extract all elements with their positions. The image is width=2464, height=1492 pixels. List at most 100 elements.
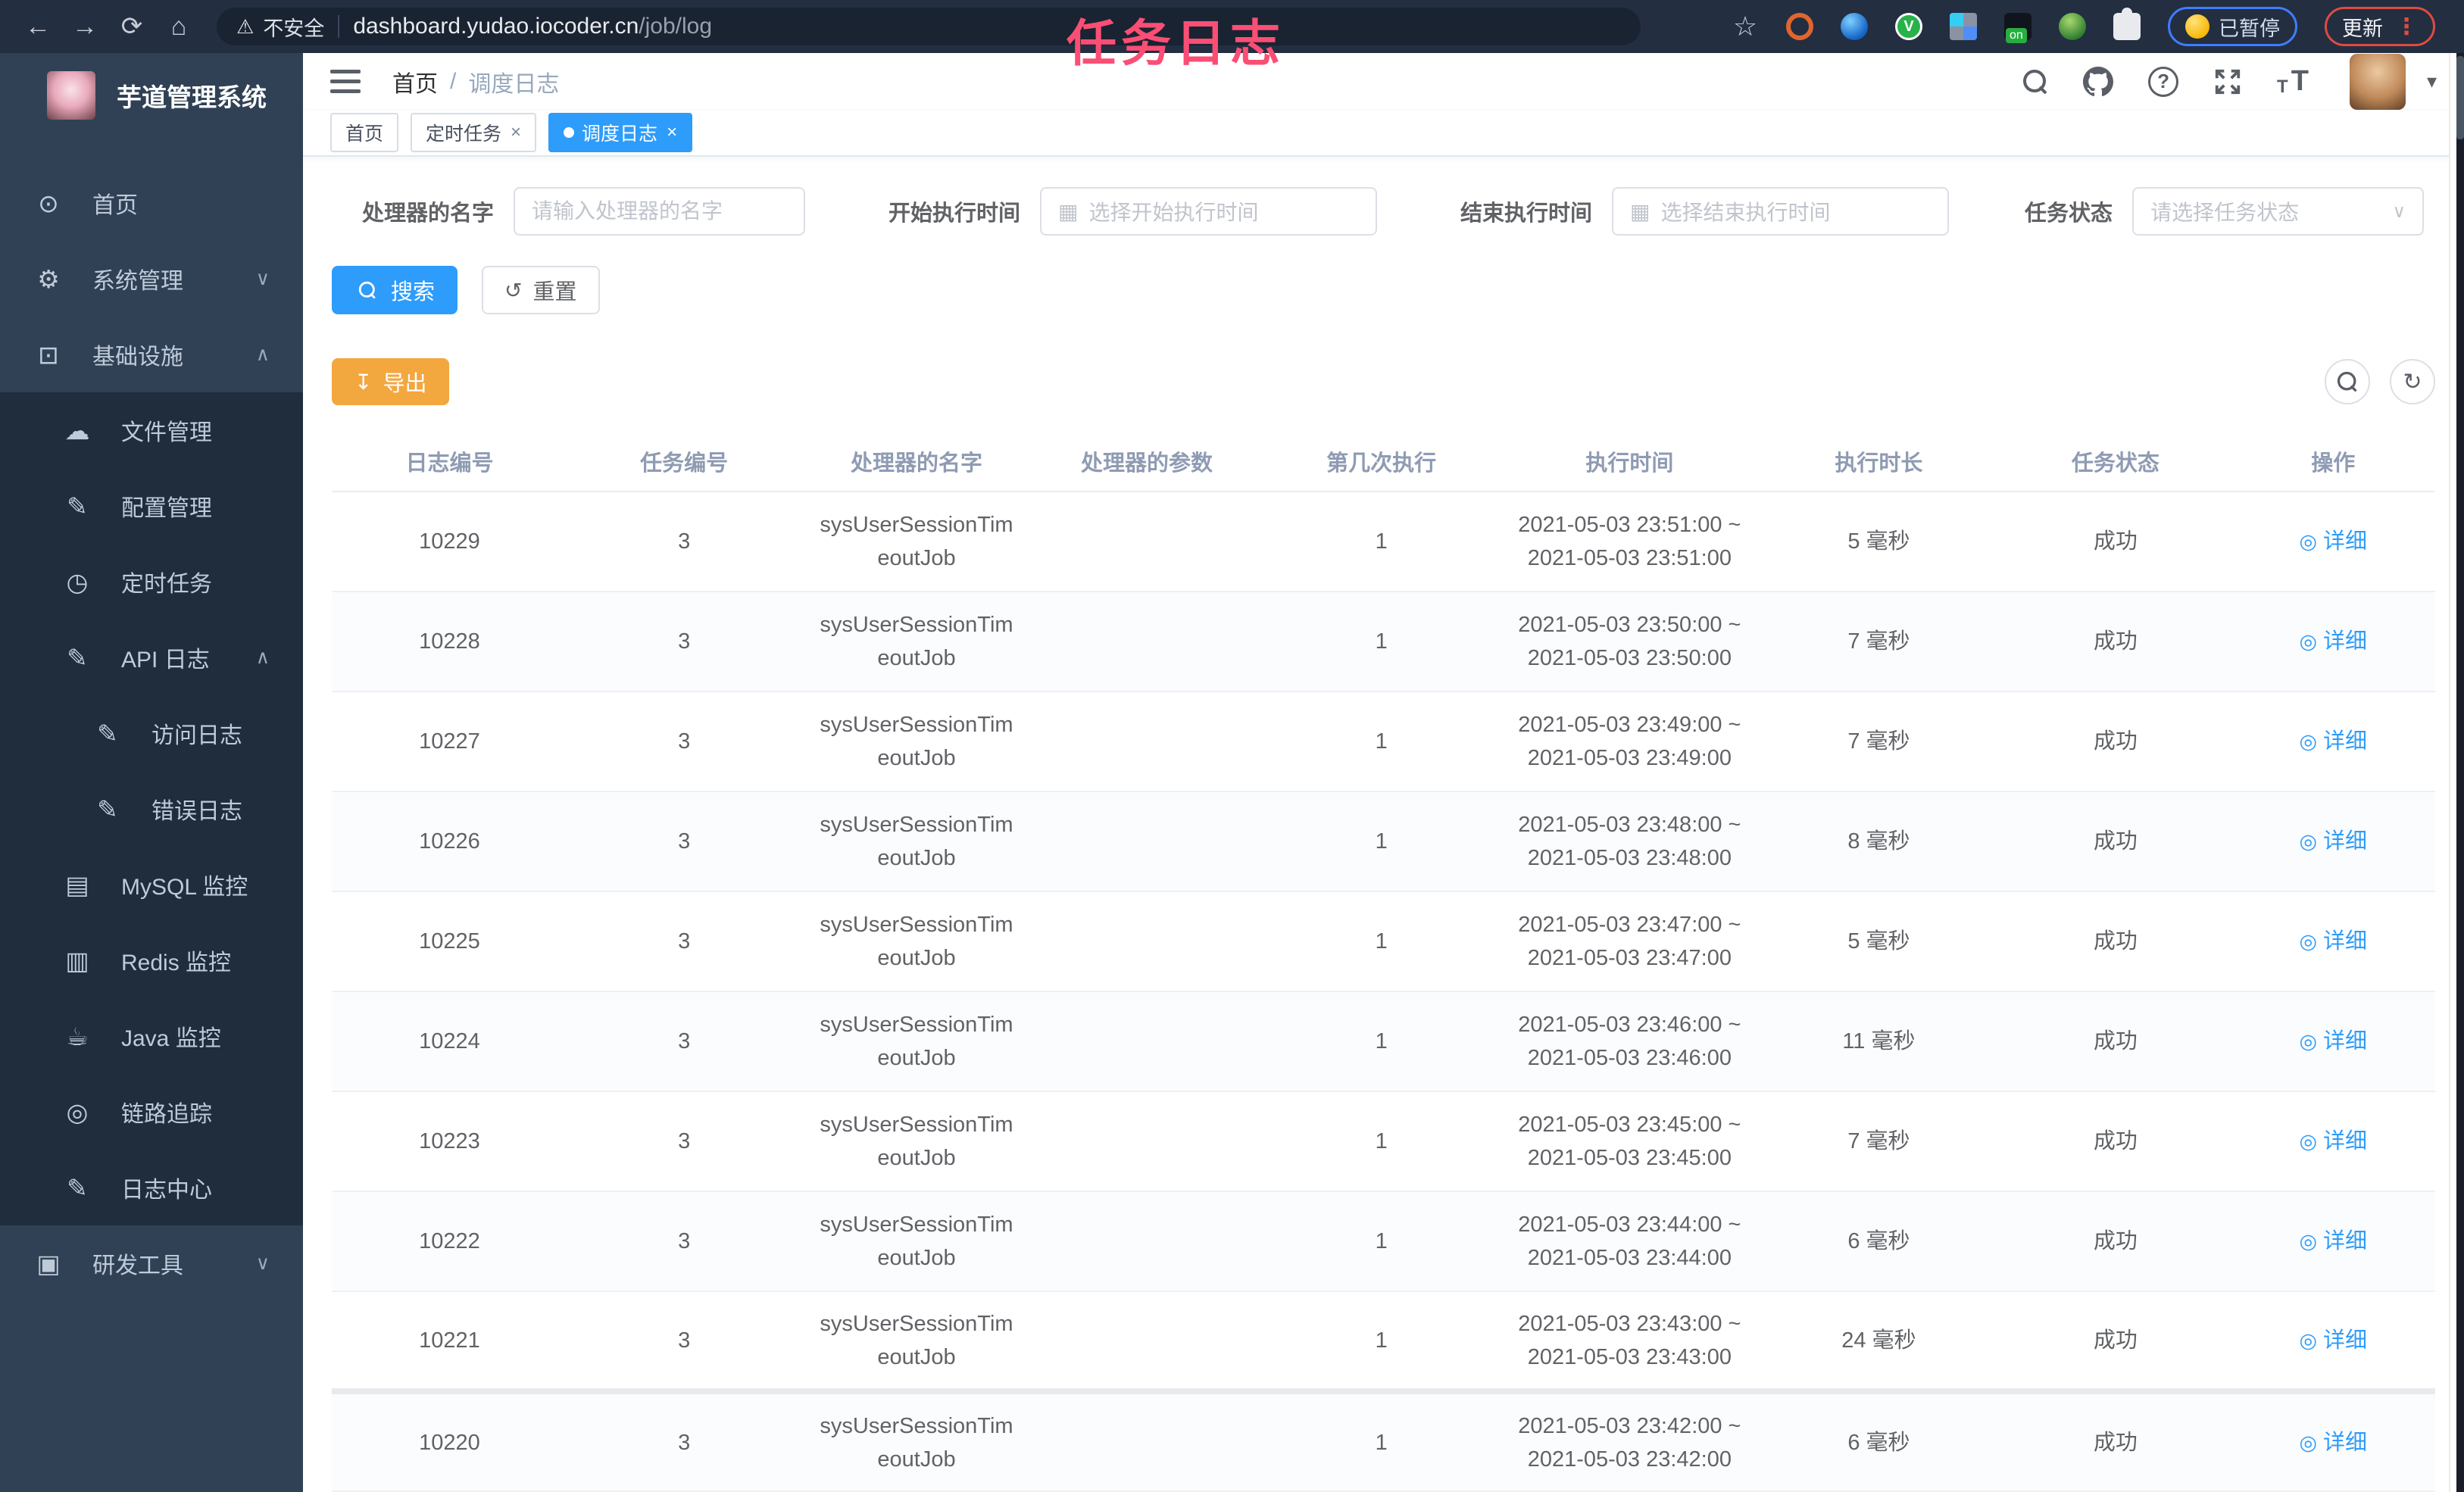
handler-param-cell [1032,492,1262,592]
table-row: 10223 3 sysUserSessionTim eoutJob 1 2021-05-0… [332,1091,2435,1192]
sidebar-item-redis-监控[interactable]: ▥ Redis 监控 [0,922,303,998]
sidebar-item-基础设施[interactable]: ⊡ 基础设施 ∧ [0,317,303,392]
end-time-picker[interactable]: ▦ 选择结束执行时间 [1612,187,1950,236]
sidebar-item-系统管理[interactable]: ⚙ 系统管理 ∨ [0,241,303,317]
extension-leaf-icon[interactable] [2059,13,2086,40]
execute-time-cell: 2021-05-03 23:42:00 ~2021-05-03 23:42:00 [1501,1388,1758,1492]
detail-link[interactable]: ◎ 详细 [2299,525,2367,558]
user-avatar[interactable] [2349,53,2406,110]
sidebar-item-定时任务[interactable]: ◷ 定时任务 [0,544,303,620]
tab-定时任务[interactable]: 定时任务 × [411,113,537,153]
action-cell: ◎ 详细 [2231,1388,2435,1492]
error-log-icon: ✎ [97,794,118,823]
mysql-icon: ▤ [65,870,89,899]
detail-link[interactable]: ◎ 详细 [2299,825,2367,858]
detail-link[interactable]: ◎ 详细 [2299,1324,2367,1357]
job-id-cell: 3 [567,1291,801,1392]
detail-link[interactable]: ◎ 详细 [2299,1426,2367,1459]
begin-time-picker[interactable]: ▦ 选择开始执行时间 [1040,187,1378,236]
window-scrollbar[interactable] [2456,53,2464,1492]
breadcrumb-home[interactable]: 首页 [392,65,438,98]
extension-v-icon[interactable]: V [1895,13,1922,40]
search-icon[interactable] [2022,69,2048,95]
fullscreen-icon[interactable] [2213,67,2242,96]
sidebar-item-mysql-监控[interactable]: ▤ MySQL 监控 [0,847,303,922]
eye-icon: ◎ [2299,730,2318,753]
paused-badge[interactable]: 已暂停 [2168,7,2297,46]
execute-index-cell: 1 [1261,691,1501,792]
sidebar-item-访问日志[interactable]: ✎ 访问日志 [0,695,303,771]
sidebar-item-研发工具[interactable]: ▣ 研发工具 ∨ [0,1225,303,1301]
execute-time-cell: 2021-05-03 23:47:00 ~2021-05-03 23:47:00 [1501,891,1758,992]
handler-name-cell: sysUserSessionTim eoutJob [801,1388,1032,1492]
status-cell: 成功 [2000,591,2231,692]
help-icon[interactable]: ? [2148,66,2179,97]
sidebar-item-文件管理[interactable]: ☁ 文件管理 [0,392,303,468]
browser-home-icon[interactable]: ⌂ [159,12,198,42]
app-logo[interactable]: 芋道管理系统 [0,53,303,138]
log-id-cell: 10223 [332,1091,568,1192]
job-id-cell: 3 [567,1091,801,1192]
column-header-操作: 操作 [2231,431,2435,492]
font-size-icon[interactable]: TT [2277,65,2309,98]
avatar-caret-icon[interactable]: ▾ [2427,70,2437,93]
status-cell: 成功 [2000,1091,2231,1192]
reset-icon: ↺ [504,278,523,302]
extension-blue-icon[interactable] [1841,13,1868,40]
handler-name-input[interactable] [514,187,806,236]
extension-orange-icon[interactable] [1786,13,1813,40]
security-chip[interactable]: ⚠ 不安全 [236,12,324,42]
browser-back-icon[interactable]: ← [18,12,58,42]
sidebar-item-label: API 日志 [121,648,210,673]
sidebar-item-错误日志[interactable]: ✎ 错误日志 [0,771,303,847]
address-bar[interactable]: ⚠ 不安全 dashboard.yudao.iocoder.cn/job/log [217,8,1641,45]
execute-index-cell: 1 [1261,492,1501,592]
toggle-search-button[interactable] [2325,359,2370,404]
sidebar-item-java-监控[interactable]: ☕ Java 监控 [0,998,303,1074]
reset-button[interactable]: ↺ 重置 [482,266,600,314]
export-button[interactable]: ↧ 导出 [332,358,450,405]
tab-调度日志[interactable]: 调度日志 × [548,113,693,153]
job-status-select[interactable]: 请选择任务状态 ∨ [2132,187,2425,236]
breadcrumb-current: 调度日志 [468,71,560,97]
execute-time-cell: 2021-05-03 23:49:00 ~2021-05-03 23:49:00 [1501,691,1758,792]
scrollbar-thumb[interactable] [2456,56,2464,139]
update-button[interactable]: 更新 ⋮ [2325,7,2435,46]
tab-首页[interactable]: 首页 [330,113,399,153]
sidebar-item-链路追踪[interactable]: ◎ 链路追踪 [0,1074,303,1150]
sidebar-item-label: Java 监控 [121,1026,221,1051]
detail-link[interactable]: ◎ 详细 [2299,1225,2367,1258]
java-icon: ☕ [66,1022,89,1050]
refresh-button[interactable]: ↻ [2390,359,2435,404]
hamburger-icon[interactable] [330,70,361,94]
detail-link[interactable]: ◎ 详细 [2299,725,2367,758]
trace-eye-icon: ◎ [66,1097,89,1126]
browser-menu-icon[interactable]: ⋮ [2395,14,2418,40]
divider [338,15,340,38]
extension-grid-icon[interactable] [1950,13,1977,40]
log-id-cell: 10225 [332,891,568,992]
detail-link[interactable]: ◎ 详细 [2299,1025,2367,1058]
detail-link[interactable]: ◎ 详细 [2299,625,2367,658]
detail-link[interactable]: ◎ 详细 [2299,1125,2367,1158]
execute-index-cell: 1 [1261,1388,1501,1492]
close-icon[interactable]: × [511,122,521,143]
close-icon[interactable]: × [667,122,677,143]
detail-link[interactable]: ◎ 详细 [2299,925,2367,958]
bookmark-star-icon[interactable]: ☆ [1732,13,1759,40]
github-icon[interactable] [2083,66,2114,97]
eye-icon: ◎ [2299,1130,2318,1153]
execute-time-cell: 2021-05-03 23:48:00 ~2021-05-03 23:48:00 [1501,791,1758,892]
extension-on-icon[interactable]: on [2004,13,2031,43]
handler-name-cell: sysUserSessionTim eoutJob [801,991,1032,1092]
browser-forward-icon[interactable]: → [65,12,105,42]
browser-reload-icon[interactable]: ⟳ [112,11,151,42]
search-button[interactable]: 搜索 [332,266,458,314]
sidebar-item-配置管理[interactable]: ✎ 配置管理 [0,468,303,544]
extensions-puzzle-icon[interactable] [2113,8,2141,40]
page-scrollbar-track[interactable] [2449,53,2456,1492]
sidebar-item-日志中心[interactable]: ✎ 日志中心 [0,1150,303,1225]
sidebar-item-api-日志[interactable]: ✎ API 日志 ∧ [0,620,303,695]
table-row: 10228 3 sysUserSessionTim eoutJob 1 2021-05-0… [332,591,2435,692]
sidebar-item-首页[interactable]: ⊙ 首页 [0,165,303,241]
